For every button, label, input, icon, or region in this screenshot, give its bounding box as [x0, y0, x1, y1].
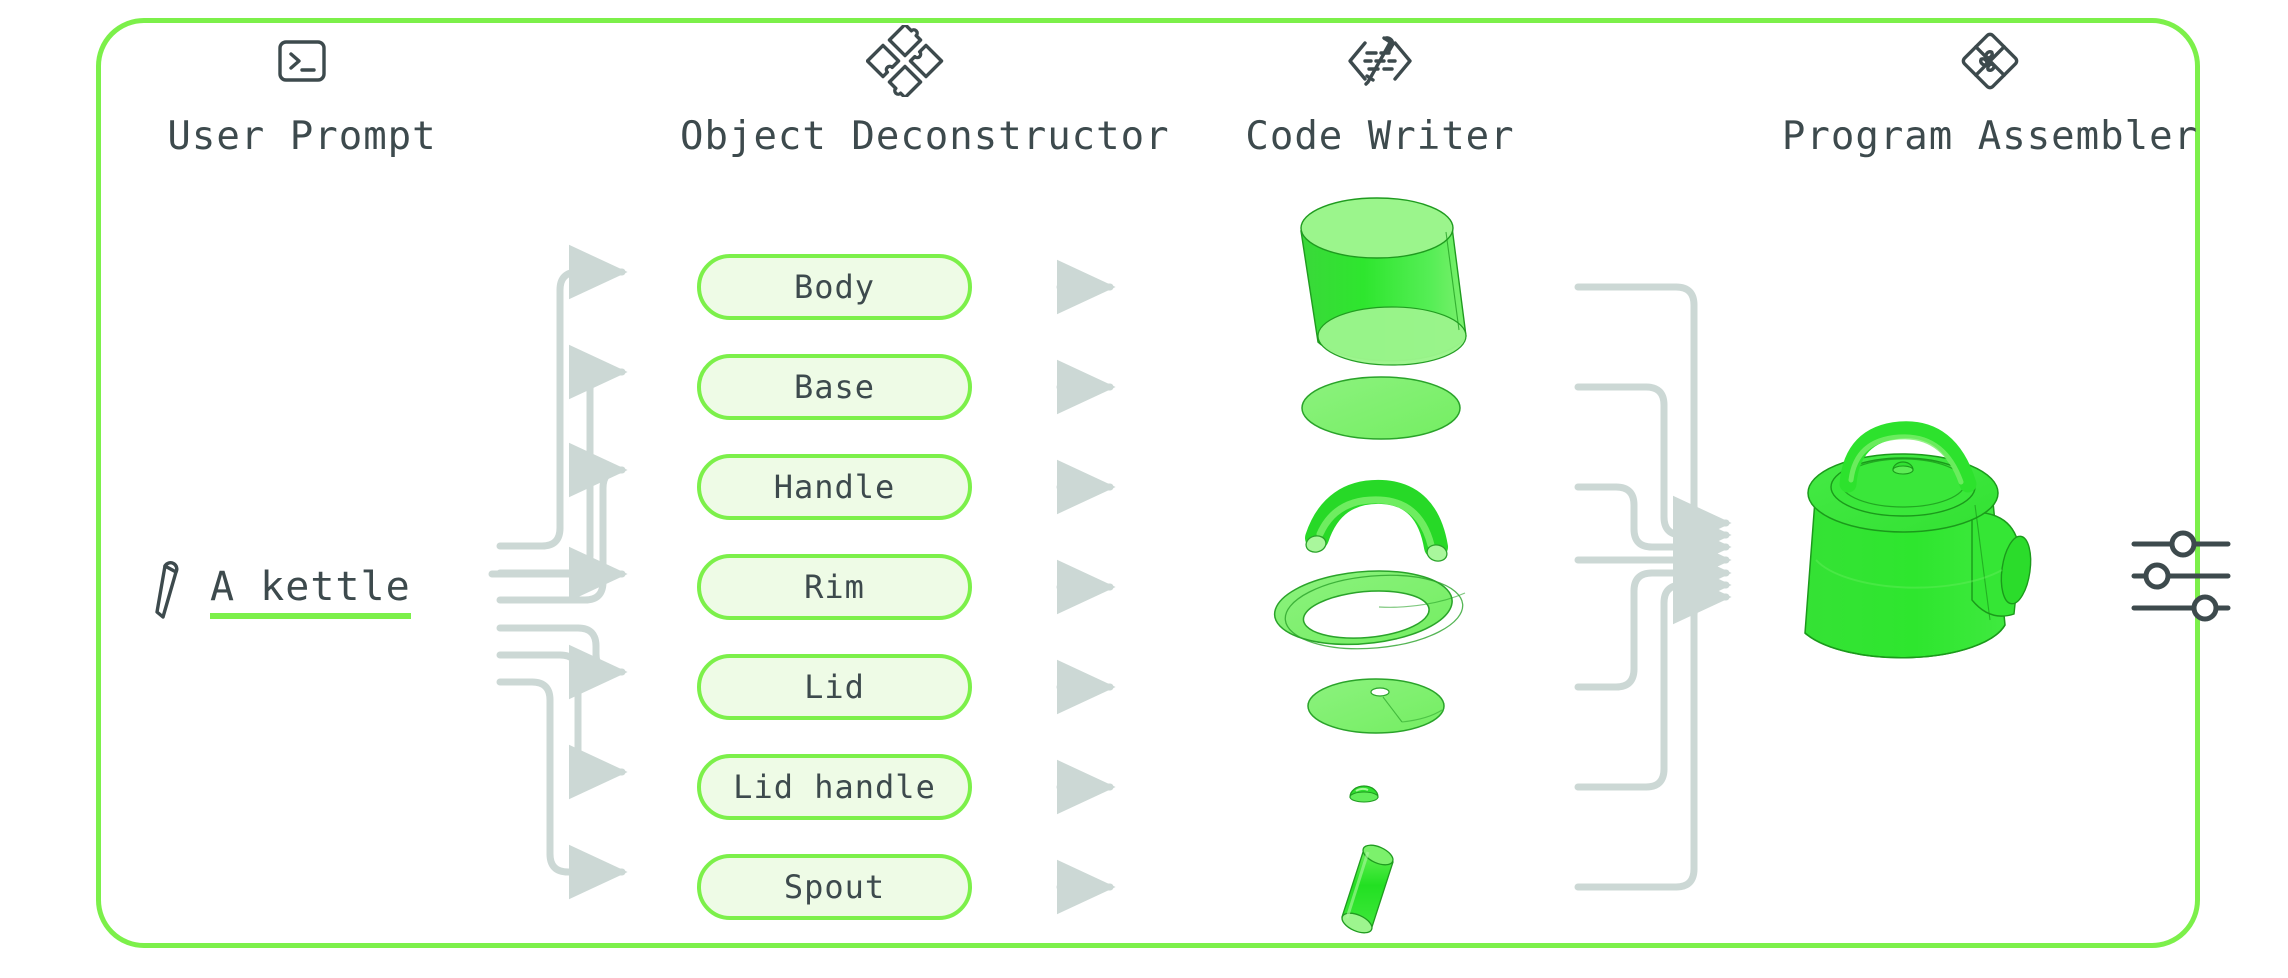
- diagram-canvas: User Prompt Object Deconstructor Code Wr…: [0, 0, 2288, 978]
- pen-icon: [152, 560, 186, 626]
- column-user-prompt: User Prompt: [152, 30, 452, 159]
- part-pill-rim[interactable]: Rim: [697, 554, 972, 620]
- part-label: Base: [793, 368, 876, 406]
- column-title: Object Deconstructor: [680, 114, 1170, 159]
- part-label: Body: [793, 268, 876, 306]
- column-code-writer: Code Writer: [1180, 30, 1580, 159]
- part-label: Lid handle: [733, 768, 936, 806]
- terminal-icon: [152, 30, 452, 92]
- part-pill-base[interactable]: Base: [697, 354, 972, 420]
- column-object-deconstructor: Object Deconstructor: [680, 25, 1170, 159]
- column-title: User Prompt: [167, 114, 437, 159]
- column-title: Code Writer: [1245, 114, 1515, 159]
- part-label: Spout: [783, 868, 886, 906]
- column-title: Program Assembler: [1781, 114, 2199, 159]
- part-pill-handle[interactable]: Handle: [697, 454, 972, 520]
- part-pill-lid-handle[interactable]: Lid handle: [697, 754, 972, 820]
- sliders-icon[interactable]: [2128, 528, 2234, 628]
- user-prompt-block[interactable]: A kettle: [152, 560, 411, 626]
- part-pill-body[interactable]: Body: [697, 254, 972, 320]
- code-pencil-icon: [1180, 30, 1580, 92]
- slider-knob-3: [2191, 594, 2219, 622]
- slider-knob-1: [2169, 530, 2197, 558]
- part-pill-lid[interactable]: Lid: [697, 654, 972, 720]
- part-pill-spout[interactable]: Spout: [697, 854, 972, 920]
- puzzle-assembled-icon: [1780, 30, 2200, 92]
- puzzle-exploded-icon: [680, 25, 1130, 97]
- column-program-assembler: Program Assembler: [1780, 30, 2200, 159]
- part-label: Lid: [804, 668, 865, 706]
- part-label: Handle: [773, 468, 896, 506]
- slider-knob-2: [2143, 562, 2171, 590]
- part-label: Rim: [804, 568, 865, 606]
- prompt-text: A kettle: [210, 567, 411, 619]
